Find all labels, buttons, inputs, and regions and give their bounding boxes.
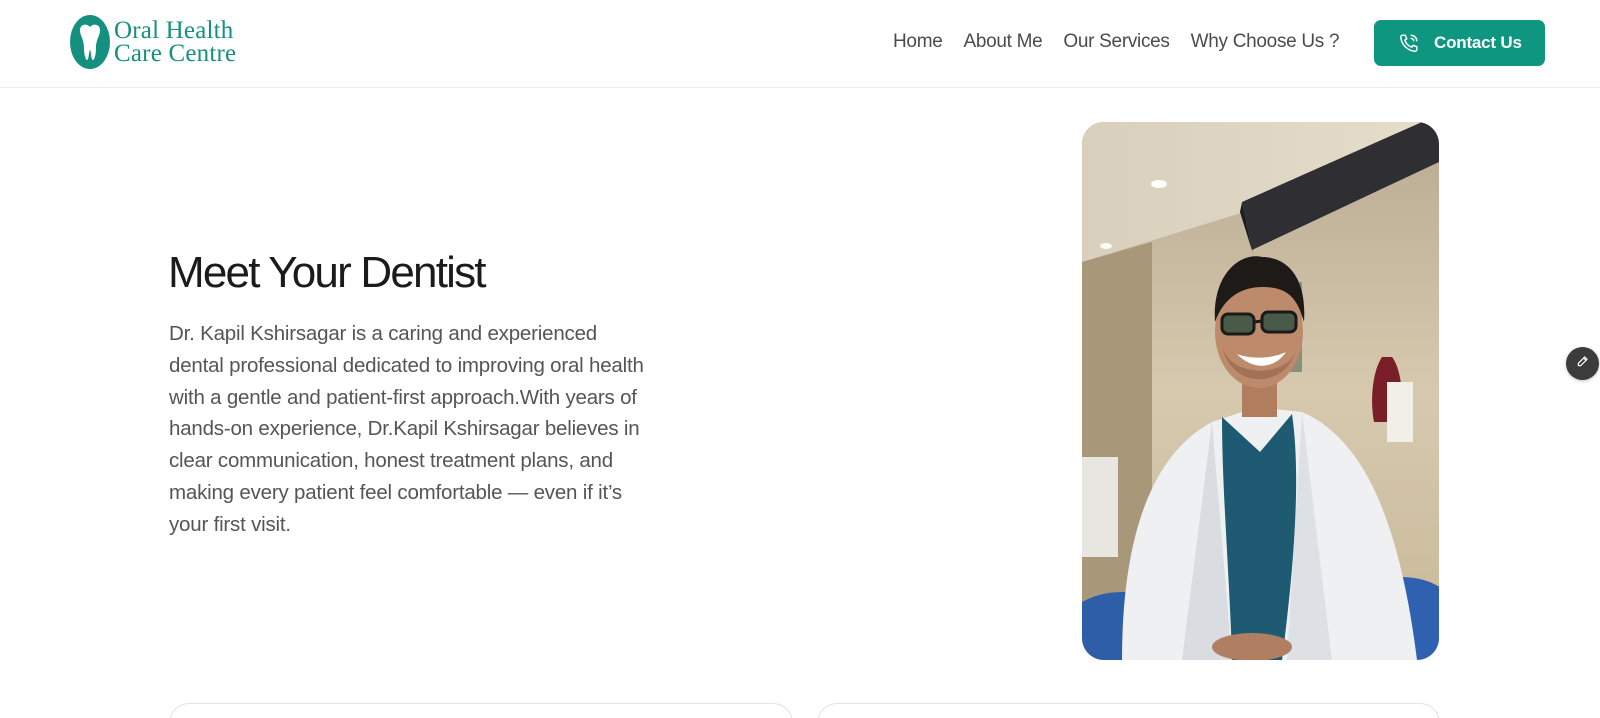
pencil-icon [1576, 354, 1590, 373]
nav-why-choose-us[interactable]: Why Choose Us ? [1191, 28, 1340, 56]
nav-home[interactable]: Home [893, 28, 943, 56]
contact-us-button[interactable]: Contact Us [1374, 20, 1545, 66]
nav-our-services[interactable]: Our Services [1063, 28, 1170, 56]
page-title: Meet Your Dentist [168, 248, 487, 297]
dentist-bio: Dr. Kapil Kshirsagar is a caring and exp… [169, 322, 644, 536]
main-nav: Home About Me Our Services Why Choose Us… [893, 28, 1340, 56]
phone-icon [1398, 32, 1420, 54]
logo[interactable]: Oral Health Care Centre [68, 12, 236, 72]
site-header: Oral Health Care Centre Home About Me Ou… [0, 0, 1600, 88]
logo-text: Oral Health Care Centre [114, 17, 237, 67]
info-card [169, 703, 793, 718]
edit-button[interactable] [1566, 347, 1599, 380]
logo-line-2: Care Centre [114, 40, 237, 67]
contact-us-label: Contact Us [1434, 33, 1522, 52]
dentist-photo [1082, 122, 1439, 660]
tooth-icon [68, 14, 112, 70]
info-card [817, 703, 1440, 718]
nav-about-me[interactable]: About Me [963, 28, 1042, 56]
logo-line-1: Oral Health [114, 17, 234, 44]
